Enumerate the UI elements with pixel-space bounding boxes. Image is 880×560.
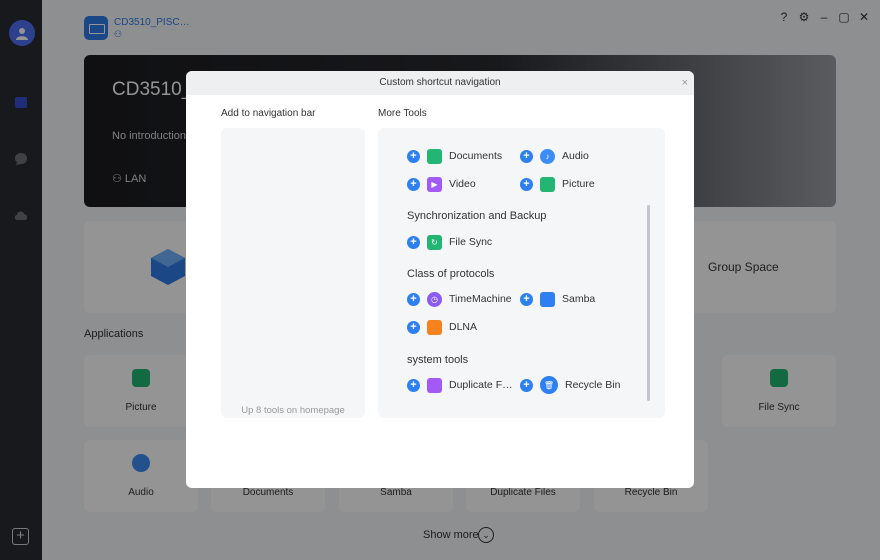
tool-file-sync[interactable]: + ↻ File Sync (407, 233, 492, 251)
tool-label: Duplicate F… (449, 379, 513, 391)
section-sync-backup: Synchronization and Backup (407, 210, 547, 222)
add-icon[interactable]: + (407, 320, 420, 334)
add-icon[interactable]: + (407, 149, 420, 163)
tool-label: TimeMachine (449, 293, 512, 305)
tool-samba[interactable]: + Samba (520, 290, 595, 308)
tool-video[interactable]: + ▶ Video (407, 175, 476, 193)
add-icon[interactable]: + (520, 177, 533, 191)
add-icon[interactable]: + (407, 378, 420, 392)
section-protocols: Class of protocols (407, 268, 495, 280)
tool-documents[interactable]: + Documents (407, 147, 502, 165)
tool-label: Video (449, 178, 476, 190)
nav-bar-column-title: Add to navigation bar (221, 108, 316, 119)
dialog-title: Custom shortcut navigation (186, 71, 694, 95)
tool-duplicate-files[interactable]: + Duplicate F… (407, 376, 513, 394)
duplicate-files-icon (427, 377, 442, 393)
tool-label: Audio (562, 150, 589, 162)
samba-icon (540, 291, 555, 307)
add-icon[interactable]: + (407, 235, 420, 249)
tool-label: DLNA (449, 321, 478, 333)
tool-dlna[interactable]: + DLNA (407, 318, 477, 336)
picture-icon (540, 176, 555, 192)
tool-label: Recycle Bin (565, 379, 621, 391)
tool-label: File Sync (449, 236, 493, 248)
dlna-icon (427, 319, 442, 335)
nav-bar-hint: Up 8 tools on homepage (241, 405, 345, 416)
video-icon: ▶ (427, 176, 442, 192)
add-icon[interactable]: + (407, 292, 420, 306)
audio-icon: ♪ (540, 148, 555, 164)
tool-timemachine[interactable]: + ◷ TimeMachine (407, 290, 512, 308)
tool-recycle-bin[interactable]: + 🗑 Recycle Bin (520, 376, 620, 394)
section-system-tools: system tools (407, 354, 469, 366)
add-icon[interactable]: + (520, 292, 533, 306)
custom-shortcut-dialog: Custom shortcut navigation × Add to navi… (186, 71, 694, 488)
tool-label: Samba (562, 293, 596, 305)
timemachine-icon: ◷ (427, 291, 442, 307)
file-sync-icon: ↻ (427, 234, 442, 250)
scrollbar[interactable] (647, 205, 650, 401)
documents-icon (427, 148, 442, 164)
add-icon[interactable]: + (520, 378, 533, 392)
tool-label: Picture (562, 178, 595, 190)
tool-picture[interactable]: + Picture (520, 175, 595, 193)
tool-audio[interactable]: + ♪ Audio (520, 147, 589, 165)
nav-bar-drop-area[interactable]: Up 8 tools on homepage (221, 128, 365, 418)
close-icon[interactable]: × (682, 71, 688, 95)
add-icon[interactable]: + (407, 177, 420, 191)
tool-label: Documents (449, 150, 503, 162)
add-icon[interactable]: + (520, 149, 533, 163)
more-tools-column-title: More Tools (378, 108, 427, 119)
recycle-bin-icon: 🗑 (540, 376, 558, 394)
